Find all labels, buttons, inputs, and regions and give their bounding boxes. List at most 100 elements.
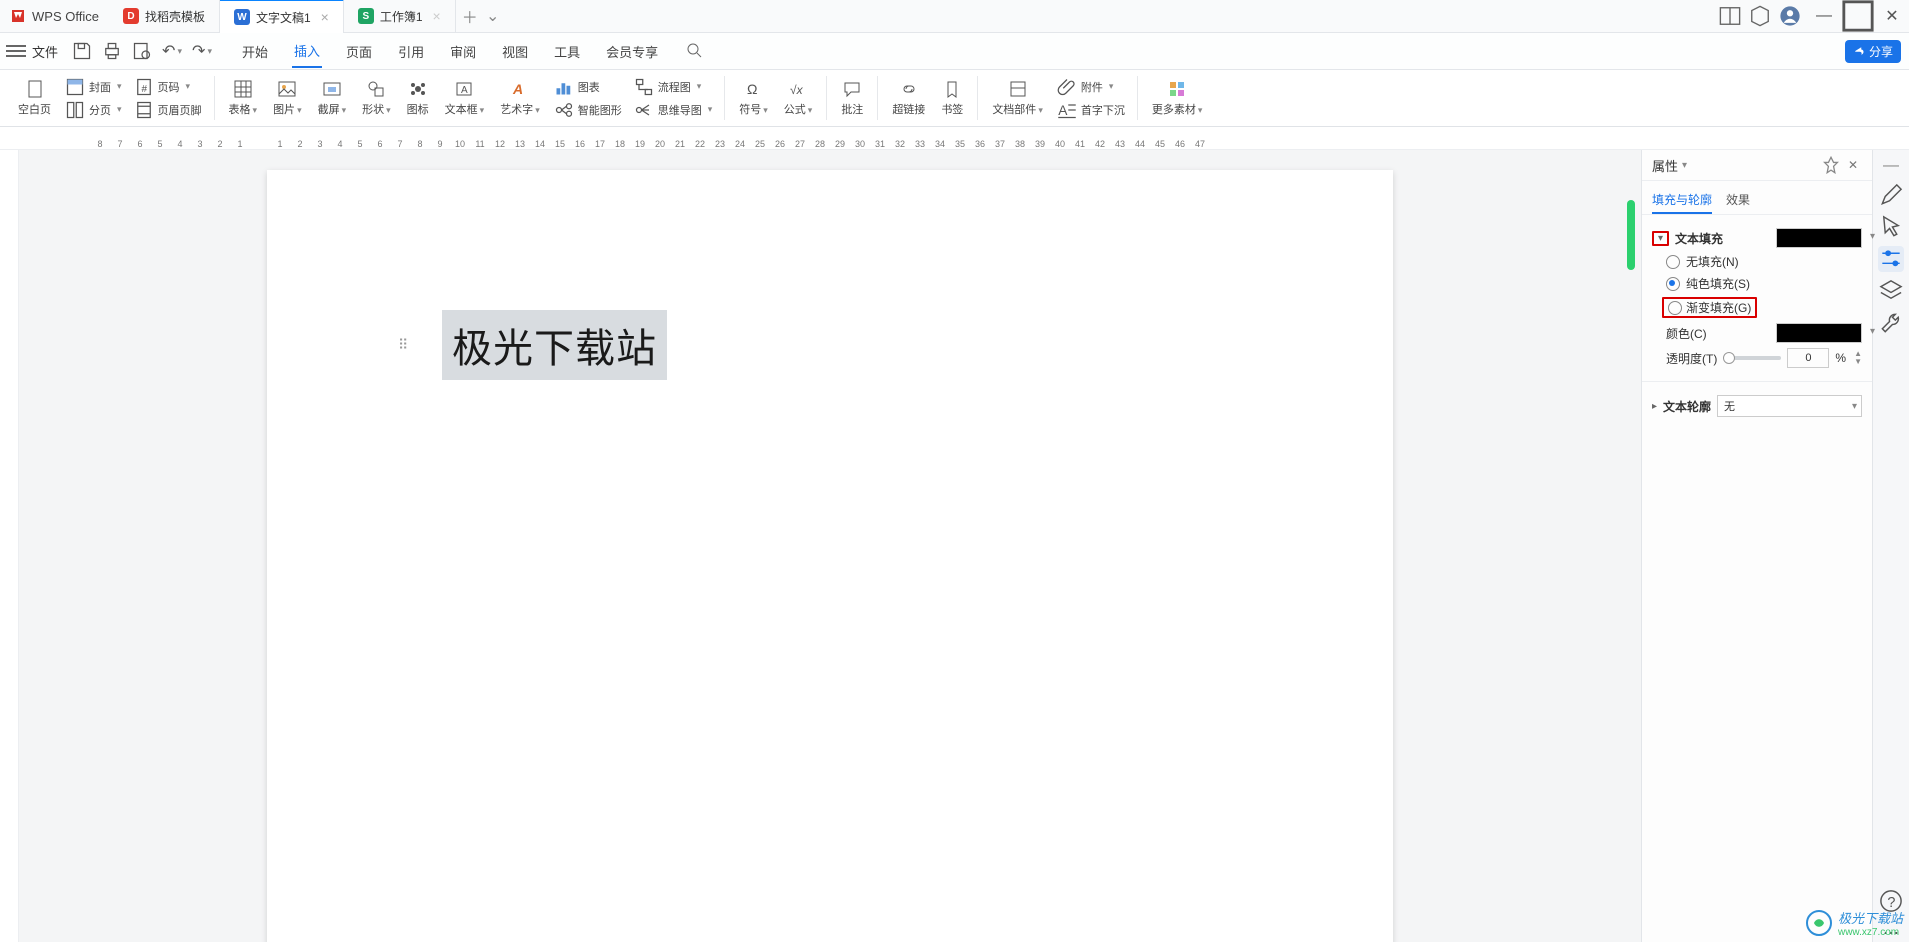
ribbon-picture[interactable]: 图片▾ [265, 79, 310, 117]
ribbon-table[interactable]: 表格▾ [221, 79, 266, 117]
vertical-ruler[interactable] [0, 150, 19, 942]
radio-gradient-fill[interactable] [1668, 301, 1682, 315]
ribbon-attachment[interactable]: 附件▾ [1057, 77, 1125, 97]
drag-handle-icon[interactable]: ⠿ [398, 337, 408, 354]
menu-review[interactable]: 审阅 [448, 36, 478, 67]
ribbon-page-number[interactable]: #页码▾ [134, 77, 202, 97]
ribbon-comment[interactable]: 批注 [833, 79, 871, 117]
undo-icon[interactable]: ↶▾ [162, 41, 182, 61]
radio-solid-fill[interactable] [1666, 277, 1680, 291]
radio-no-fill[interactable] [1666, 255, 1680, 269]
ruler-tick: 47 [1190, 139, 1210, 149]
ribbon-dropcap[interactable]: A首字下沉 [1057, 100, 1125, 120]
svg-text:√x: √x [790, 83, 804, 97]
ribbon-hyperlink[interactable]: 超链接 [884, 79, 933, 117]
menu-page[interactable]: 页面 [344, 36, 374, 67]
menu-start[interactable]: 开始 [240, 36, 270, 67]
tab-fill-outline[interactable]: 填充与轮廓 [1652, 187, 1712, 214]
ribbon-header-footer[interactable]: 页眉页脚 [134, 100, 202, 120]
menu-reference[interactable]: 引用 [396, 36, 426, 67]
cube-icon[interactable] [1749, 5, 1771, 27]
app-brand: WPS Office [0, 8, 109, 24]
cursor-icon[interactable] [1878, 214, 1904, 240]
canvas-area[interactable]: ⠿ 极光下载站 [19, 150, 1641, 942]
collapse-panel-icon[interactable]: — [1878, 156, 1904, 176]
solid-fill-label: 纯色填充(S) [1686, 275, 1750, 292]
wordart-object[interactable]: ⠿ 极光下载站 [442, 310, 667, 380]
print-preview-icon[interactable] [132, 41, 152, 61]
share-button[interactable]: 分享 [1845, 40, 1901, 63]
maximize-button[interactable] [1841, 0, 1875, 32]
transparency-slider[interactable] [1723, 356, 1781, 360]
ruler-tick: 12 [490, 139, 510, 149]
tab-document-1[interactable]: W 文字文稿1 × [220, 0, 344, 33]
ribbon-more-resources[interactable]: 更多素材▾ [1144, 79, 1211, 117]
document-page[interactable]: ⠿ 极光下载站 [267, 170, 1393, 942]
layers-icon[interactable] [1878, 278, 1904, 304]
ribbon-textbox[interactable]: A文本框▾ [437, 79, 493, 117]
menu-member[interactable]: 会员专享 [604, 36, 660, 67]
transparency-value[interactable]: 0 [1787, 348, 1829, 368]
tab-workbook-1[interactable]: S 工作簿1 × [344, 0, 456, 32]
spinner-icon[interactable]: ▲▼ [1854, 350, 1862, 366]
horizontal-ruler[interactable]: 8765432112345678910111213141516171819202… [0, 127, 1909, 150]
color-swatch[interactable]: ▾ [1776, 323, 1862, 343]
ruler-tick: 32 [890, 139, 910, 149]
pencil-icon[interactable] [1878, 182, 1904, 208]
properties-panel: 属性 ▾ ✕ 填充与轮廓 效果 ▾ 文本填充 ▾ 无填充(N) [1641, 150, 1872, 942]
scrollbar-thumb[interactable] [1627, 200, 1635, 270]
file-menu[interactable]: 文件 [32, 42, 58, 61]
user-avatar-icon[interactable] [1779, 5, 1801, 27]
outline-select[interactable]: 无 ▾ [1717, 395, 1862, 417]
tab-label: 工作簿1 [380, 8, 423, 25]
ribbon-mindmap[interactable]: 思维导图▾ [634, 100, 713, 120]
ruler-tick: 5 [150, 139, 170, 149]
wrench-icon[interactable] [1878, 310, 1904, 336]
print-icon[interactable] [102, 41, 122, 61]
ribbon-flowchart[interactable]: 流程图▾ [634, 77, 713, 97]
ruler-tick: 9 [430, 139, 450, 149]
close-icon[interactable]: × [321, 9, 329, 25]
ribbon-chart[interactable]: 图表 [554, 77, 622, 97]
settings-sliders-icon[interactable] [1878, 246, 1904, 272]
minimize-button[interactable]: — [1807, 0, 1841, 32]
expand-icon[interactable]: ▸ [1652, 401, 1657, 412]
hamburger-icon[interactable] [6, 41, 26, 61]
close-button[interactable]: ✕ [1875, 0, 1909, 32]
ribbon-blank-page[interactable]: 空白页 [10, 79, 59, 117]
ribbon-cover[interactable]: 封面▾ [65, 77, 122, 97]
menu-view[interactable]: 视图 [500, 36, 530, 67]
ribbon-shape[interactable]: 形状▾ [354, 79, 399, 117]
ribbon-bookmark[interactable]: 书签 [933, 79, 971, 117]
ribbon-formula[interactable]: √x公式▾ [776, 79, 821, 117]
ribbon-icon[interactable]: 图标 [399, 79, 437, 117]
menu-tools[interactable]: 工具 [552, 36, 582, 67]
ruler-tick: 3 [190, 139, 210, 149]
chevron-down-icon[interactable]: ▾ [1682, 160, 1687, 171]
close-panel-icon[interactable]: ✕ [1844, 156, 1862, 174]
menu-insert[interactable]: 插入 [292, 35, 322, 68]
ribbon-wordart[interactable]: A艺术字▾ [492, 79, 548, 117]
layout-icon[interactable] [1719, 5, 1741, 27]
close-icon[interactable]: × [433, 8, 441, 24]
ruler-tick: 7 [390, 139, 410, 149]
tab-options-button[interactable]: ⌄ [484, 6, 502, 26]
tab-effects[interactable]: 效果 [1726, 187, 1750, 214]
collapse-icon[interactable]: ▾ [1658, 233, 1663, 244]
redo-icon[interactable]: ↷▾ [192, 41, 212, 61]
ribbon-symbol[interactable]: Ω符号▾ [731, 79, 776, 117]
tab-template-store[interactable]: D 找稻壳模板 [109, 0, 220, 32]
no-fill-label: 无填充(N) [1686, 253, 1739, 270]
search-icon[interactable] [682, 38, 706, 65]
pin-icon[interactable] [1822, 156, 1840, 174]
window-controls: — ✕ [1807, 0, 1909, 32]
new-tab-button[interactable]: ＋ [456, 4, 484, 28]
title-tools [1719, 5, 1807, 27]
ribbon-screenshot[interactable]: 截屏▾ [310, 79, 355, 117]
ribbon-smartart[interactable]: 智能图形 [554, 100, 622, 120]
right-toolstrip: — ? ⋯ [1872, 150, 1909, 942]
fill-color-swatch[interactable]: ▾ [1776, 228, 1862, 248]
ribbon-section[interactable]: 分页▾ [65, 100, 122, 120]
save-icon[interactable] [72, 41, 92, 61]
ribbon-docparts[interactable]: 文档部件▾ [984, 79, 1051, 117]
